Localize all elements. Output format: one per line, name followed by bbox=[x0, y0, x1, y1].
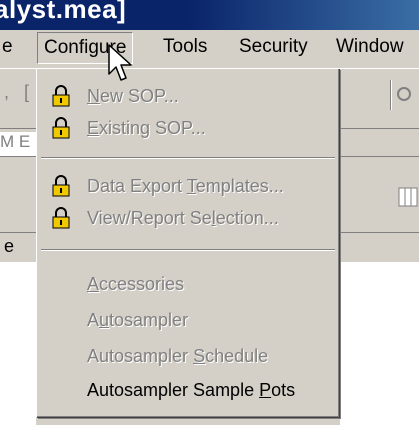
menu-window[interactable]: Window bbox=[330, 32, 410, 62]
window-title: alyst.mea] bbox=[0, 0, 127, 24]
menu-bar: e Configure Tools Security Window bbox=[0, 30, 419, 69]
menu-separator bbox=[41, 249, 335, 251]
lock-icon bbox=[52, 175, 70, 197]
lock-icon bbox=[52, 117, 70, 139]
menu-item-existing-sop[interactable]: Existing SOP... bbox=[37, 113, 339, 143]
menu-file[interactable]: e bbox=[0, 32, 19, 62]
menu-item-autosampler-schedule[interactable]: Autosampler Schedule bbox=[37, 341, 339, 371]
menu-tools[interactable]: Tools bbox=[157, 32, 213, 62]
background-panel bbox=[340, 262, 419, 425]
menu-item-accessories[interactable]: Accessories bbox=[37, 269, 339, 299]
menu-item-data-export-templates[interactable]: Data Export Templates... bbox=[37, 171, 339, 201]
menu-item-view-report-selection[interactable]: View/Report Selection... bbox=[37, 203, 339, 233]
background-fragment: , bbox=[4, 82, 10, 102]
configure-dropdown-menu: New SOP... Existing SOP... Data Export T… bbox=[36, 68, 339, 417]
background-fragment: e bbox=[4, 236, 15, 256]
toolbar-button-icon bbox=[390, 80, 411, 110]
mouse-pointer-icon bbox=[108, 44, 132, 81]
grid-icon bbox=[398, 187, 418, 207]
background-panel bbox=[0, 262, 36, 425]
lock-icon bbox=[52, 85, 70, 107]
menu-item-new-sop[interactable]: New SOP... bbox=[37, 81, 339, 111]
menu-item-autosampler-sample-pots[interactable]: Autosampler Sample Pots bbox=[37, 375, 339, 405]
lock-icon bbox=[52, 207, 70, 229]
menu-item-autosampler[interactable]: Autosampler bbox=[37, 305, 339, 335]
background-fragment: M E bbox=[0, 132, 31, 151]
title-bar: alyst.mea] bbox=[0, 0, 419, 30]
menu-separator bbox=[41, 157, 335, 159]
background-fragment: [ bbox=[24, 82, 30, 102]
menu-security[interactable]: Security bbox=[233, 32, 314, 62]
